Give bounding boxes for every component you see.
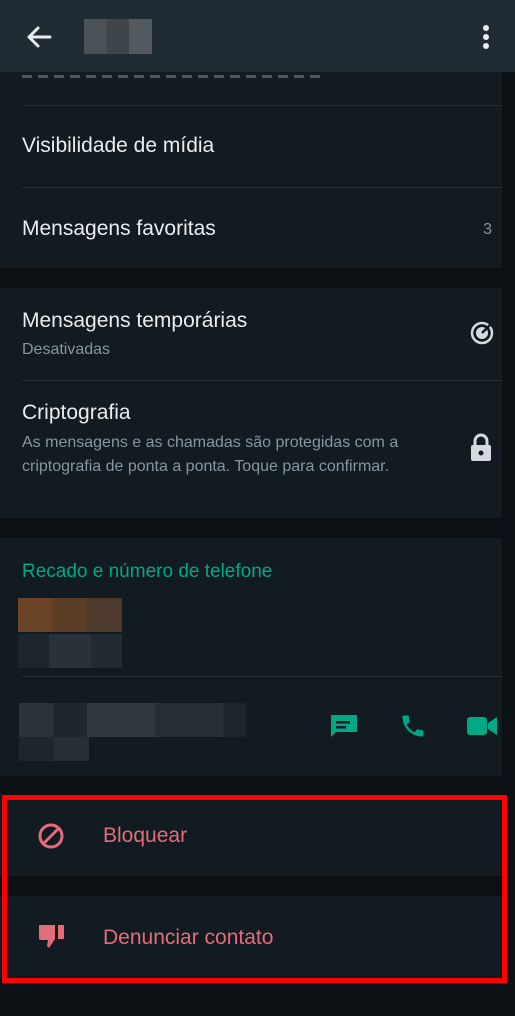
privacy-section: Mensagens temporárias Desativadas Cripto… (0, 288, 502, 518)
contact-name-blurred[interactable] (84, 19, 152, 54)
media-section: Visibilidade de mídia Mensagens favorita… (0, 72, 502, 268)
app-bar (0, 0, 515, 72)
phone-row[interactable] (0, 677, 502, 776)
encryption-row[interactable]: Criptografia As mensagens e as chamadas … (0, 381, 502, 518)
back-button[interactable] (22, 20, 56, 54)
disappearing-messages-status: Desativadas (22, 341, 111, 358)
message-icon (331, 715, 357, 737)
lock-icon (471, 433, 491, 461)
report-contact-label: Denunciar contato (103, 926, 274, 949)
timer-icon (470, 321, 494, 345)
block-icon (38, 823, 64, 849)
disappearing-messages-row[interactable]: Mensagens temporárias Desativadas (0, 288, 502, 380)
phone-type-blurred (19, 737, 89, 761)
encryption-label: Criptografia (22, 401, 131, 424)
block-row[interactable]: Bloquear (0, 796, 502, 876)
media-visibility-label: Visibilidade de mídia (22, 134, 215, 157)
more-vertical-icon (483, 25, 489, 49)
about-section-title: Recado e número de telefone (22, 561, 273, 582)
disappearing-messages-label: Mensagens temporárias (22, 309, 248, 332)
video-call-button[interactable] (464, 711, 500, 741)
phone-icon (402, 715, 424, 737)
thumbs-down-icon (39, 925, 64, 948)
about-row[interactable] (0, 596, 502, 676)
about-section: Recado e número de telefone (0, 538, 502, 776)
encryption-description: As mensagens e as chamadas são protegida… (22, 434, 399, 475)
scrollbar[interactable] (502, 72, 515, 1016)
report-contact-row[interactable]: Denunciar contato (0, 896, 502, 978)
about-text-blurred (18, 598, 122, 632)
video-camera-icon (467, 717, 497, 735)
starred-count: 3 (483, 221, 492, 238)
message-button[interactable] (326, 711, 362, 741)
arrow-left-icon (27, 26, 52, 48)
more-options-button[interactable] (476, 20, 496, 54)
starred-messages-label: Mensagens favoritas (22, 217, 216, 240)
media-visibility-row[interactable]: Visibilidade de mídia (0, 106, 502, 187)
clipped-row-text (22, 72, 322, 80)
block-label: Bloquear (103, 824, 188, 847)
block-section: Bloquear (0, 796, 502, 876)
about-date-blurred (18, 634, 122, 668)
report-section: Denunciar contato (0, 896, 502, 978)
starred-messages-row[interactable]: Mensagens favoritas 3 (0, 188, 502, 268)
call-button[interactable] (397, 710, 429, 742)
phone-number-blurred (19, 703, 246, 737)
